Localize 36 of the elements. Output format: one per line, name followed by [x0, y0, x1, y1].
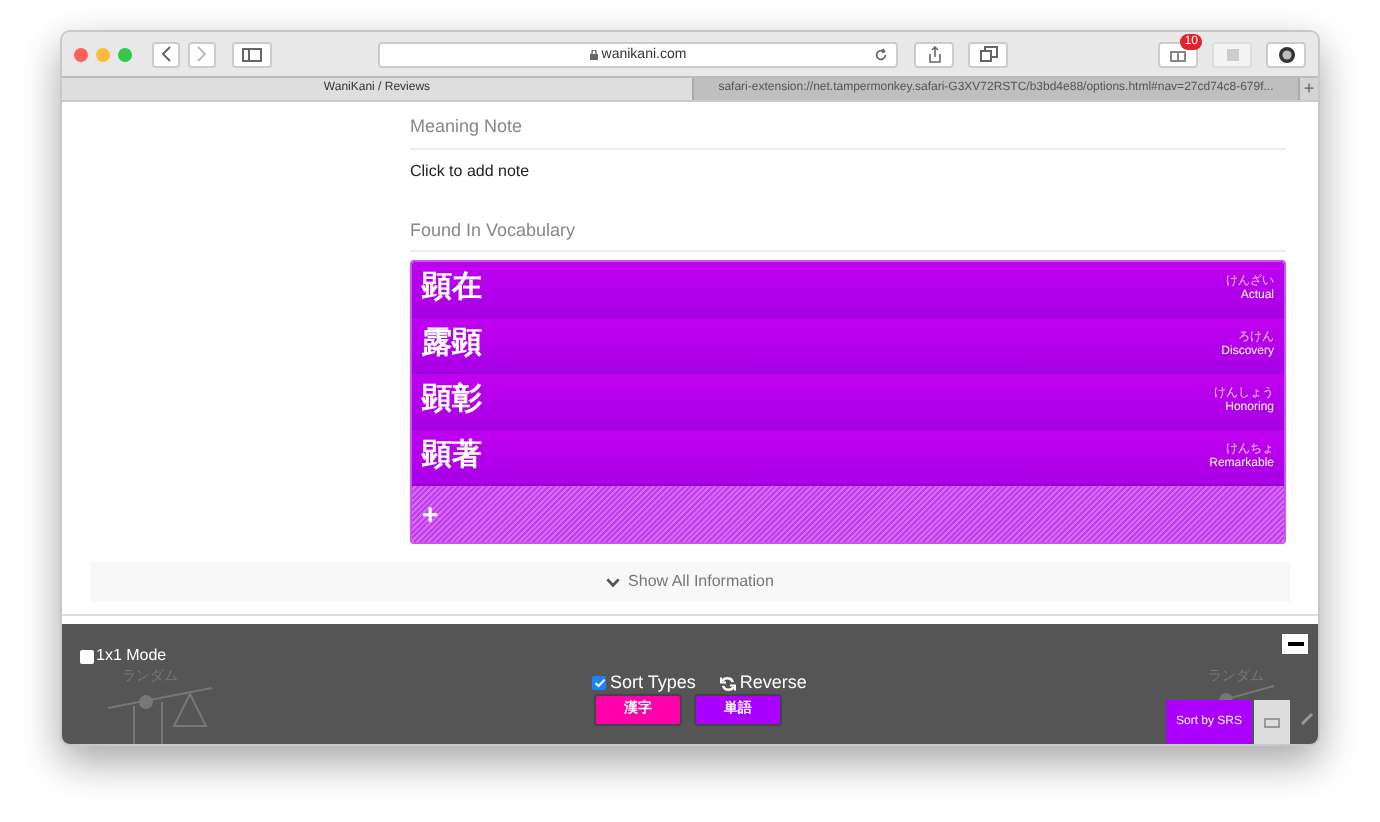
sidebar-button[interactable] — [232, 41, 272, 67]
refresh-icon — [719, 675, 736, 692]
collapse-button[interactable] — [1282, 634, 1308, 654]
add-vocabulary-button[interactable]: + — [412, 486, 1284, 542]
sidebar-icon — [242, 47, 262, 61]
vocabulary-kanji: 露顕 — [422, 324, 482, 365]
checkmark-icon — [593, 678, 605, 689]
back-button[interactable] — [152, 41, 180, 67]
extension-button[interactable] — [1266, 41, 1306, 67]
square-icon — [1225, 47, 1239, 61]
chevron-down-icon — [606, 577, 621, 587]
back-icon — [160, 46, 172, 62]
circle-icon — [1277, 45, 1295, 63]
tabs-button[interactable] — [968, 41, 1008, 67]
keyboard-icon — [1264, 717, 1280, 727]
pencil-icon[interactable] — [1300, 712, 1314, 726]
gift-icon — [1170, 47, 1186, 61]
close-window-button[interactable] — [74, 47, 88, 61]
vocabulary-kanji: 顕著 — [422, 436, 482, 477]
show-all-button[interactable]: Show All Information — [90, 562, 1290, 602]
lock-icon — [589, 49, 598, 59]
section-heading: Meaning Note — [410, 114, 1286, 149]
tabs-icon — [979, 46, 997, 62]
section-heading: Found In Vocabulary — [410, 217, 1286, 252]
reverse-button[interactable]: Reverse — [719, 670, 807, 697]
vocabulary-kanji: 顕在 — [422, 268, 482, 309]
checkbox[interactable] — [80, 649, 94, 663]
share-icon — [927, 45, 941, 63]
vocabulary-kanji: 顕彰 — [422, 380, 482, 421]
checkbox-label: 1x1 Mode — [96, 644, 167, 668]
forward-icon — [196, 46, 208, 62]
add-note-link[interactable]: Click to add note — [410, 159, 1286, 183]
share-button[interactable] — [914, 41, 954, 67]
checkbox-label: Sort Types — [610, 670, 696, 696]
reload-icon[interactable] — [874, 47, 888, 61]
checkbox[interactable] — [592, 676, 606, 691]
